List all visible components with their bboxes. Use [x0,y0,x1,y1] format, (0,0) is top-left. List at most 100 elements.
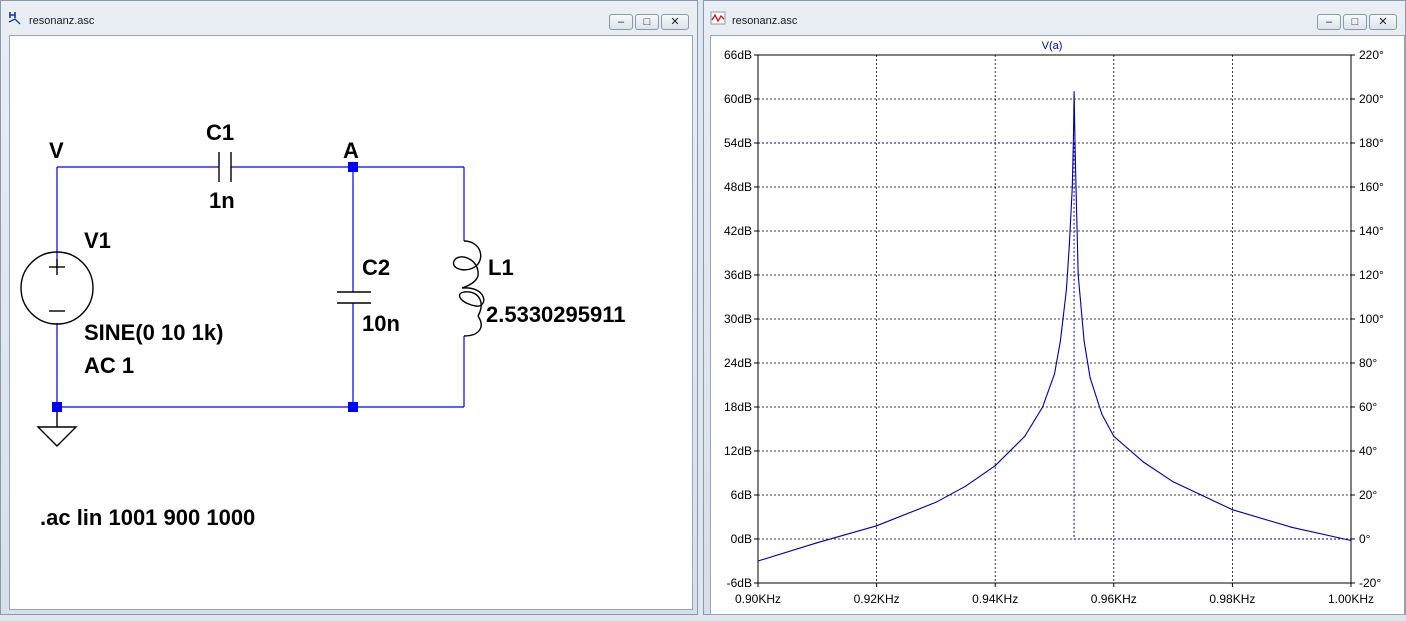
minimize-button[interactable]: – [609,14,633,30]
l1-value[interactable]: 2.5330295911 [486,302,626,327]
data-point [965,485,967,487]
waveform-app-icon [710,11,726,25]
x-tick-label: 0.98KHz [1209,592,1255,606]
minimize-icon: – [1325,16,1333,28]
close-icon: ✕ [670,16,680,28]
y2-tick-label: 120° [1359,268,1384,282]
y-tick-label: 30dB [724,312,752,326]
data-point [1089,377,1091,379]
maximize-icon: □ [643,16,651,28]
v1-value-line2[interactable]: AC 1 [84,353,134,378]
y-tick-label: 36dB [724,268,752,282]
data-point [1142,461,1144,463]
schematic-titlebar[interactable]: resonanz.asc – □ ✕ [1,1,697,35]
data-point [1065,289,1067,291]
voltage-source-v1[interactable] [20,251,94,325]
ground-symbol[interactable] [36,407,78,447]
data-point [1101,413,1103,415]
x-tick-label: 0.90KHz [735,592,781,606]
y-tick-label: 60dB [724,92,752,106]
y2-tick-label: 80° [1359,356,1377,370]
waveform-window-controls: – □ ✕ [1317,14,1397,30]
y-tick-label: -6dB [727,576,752,590]
data-point [757,560,759,562]
y2-tick-label: 180° [1359,136,1384,150]
y-tick-label: 0dB [731,532,752,546]
data-point [935,501,937,503]
data-point [1291,526,1293,528]
plot-grid [757,54,1352,584]
close-button[interactable]: ✕ [661,14,689,30]
data-point [1072,135,1075,137]
magnitude-trace-v-a[interactable] [757,91,1352,562]
data-point [876,525,878,527]
waveform-window-title: resonanz.asc [732,15,798,27]
y2-tick-label: 160° [1359,180,1384,194]
inductor-l1[interactable] [452,240,485,337]
waveform-titlebar[interactable]: resonanz.asc – □ ✕ [704,1,1405,35]
data-point [1059,340,1061,342]
data-point [1077,274,1079,276]
x-tick-label: 1.00KHz [1328,592,1374,606]
y2-tick-label: 40° [1359,444,1377,458]
schematic-canvas[interactable]: V A C1 1n V1 SINE(0 10 1k) AC 1 C2 10n L… [9,35,693,610]
data-point [1074,157,1076,159]
data-point [1053,373,1056,375]
c1-value[interactable]: 1n [209,188,235,213]
schematic-window-title: resonanz.asc [29,15,95,27]
capacitor-c2[interactable] [337,291,371,304]
schematic-window: resonanz.asc – □ ✕ V A C1 1n V1 SINE(0 1… [0,0,698,615]
y2-tick-label: 200° [1359,92,1384,106]
trace-v-a[interactable] [757,91,1352,562]
minimize-icon: – [617,16,625,28]
data-point [1083,340,1085,342]
l1-name[interactable]: L1 [488,255,514,280]
y2-tick-label: -20° [1359,576,1381,590]
data-point [1024,435,1026,437]
data-point [1172,481,1174,483]
close-button[interactable]: ✕ [1369,14,1397,30]
y2-tick-label: 20° [1359,488,1377,502]
maximize-icon: □ [1351,16,1359,28]
v1-name[interactable]: V1 [84,228,111,253]
y-tick-label: 6dB [731,488,752,502]
c2-value[interactable]: 10n [362,311,400,336]
y-tick-label: 42dB [724,224,752,238]
c1-name[interactable]: C1 [206,120,234,145]
minimize-button[interactable]: – [1317,14,1341,30]
schematic-app-icon [8,12,21,25]
x-tick-label: 0.94KHz [972,592,1018,606]
net-label-v[interactable]: V [49,138,64,163]
junction-dot [348,402,358,412]
data-point [1071,186,1073,188]
waveform-window: resonanz.asc – □ ✕ V(a) 66dB 220° 60dB 200°… [703,0,1406,615]
v1-value-line1[interactable]: SINE(0 10 1k) [84,320,223,345]
y-tick-label: 18dB [724,400,752,414]
y-tick-label: 66dB [724,48,752,62]
junction-dot [348,162,358,172]
data-point [1231,509,1233,511]
phase-trace-v-a[interactable] [758,142,1351,540]
close-icon: ✕ [1378,16,1388,28]
plot-pane[interactable]: V(a) 66dB 220° 60dB 200° 54dB 180° 48dB 160° 42d… [710,35,1405,615]
plot-axes: 66dB 220° 60dB 200° 54dB 180° 48dB 160° 42dB 140°… [724,48,1384,606]
data-point [1350,539,1352,542]
net-label-a[interactable]: A [343,138,359,163]
maximize-button[interactable]: □ [1343,14,1367,30]
plot-area[interactable]: V(a) 66dB 220° 60dB 200° 54dB 180° 48dB 160° 42d… [711,36,1406,616]
data-point [1042,406,1044,408]
y2-tick-label: 220° [1359,48,1384,62]
x-tick-label: 0.96KHz [1091,592,1137,606]
data-point [1073,91,1075,93]
maximize-button[interactable]: □ [635,14,659,30]
x-tick-label: 0.92KHz [854,592,900,606]
schematic-window-controls: – □ ✕ [609,14,689,30]
spice-directive[interactable]: .ac lin 1001 900 1000 [40,505,255,530]
y2-tick-label: 0° [1359,532,1371,546]
trace-label-v-a[interactable]: V(a) [1042,40,1063,52]
y2-tick-label: 100° [1359,312,1384,326]
schematic-drawing[interactable]: V A C1 1n V1 SINE(0 10 1k) AC 1 C2 10n L… [10,36,694,611]
c2-name[interactable]: C2 [362,255,390,280]
capacitor-c1[interactable] [218,152,232,182]
data-point [816,542,818,544]
